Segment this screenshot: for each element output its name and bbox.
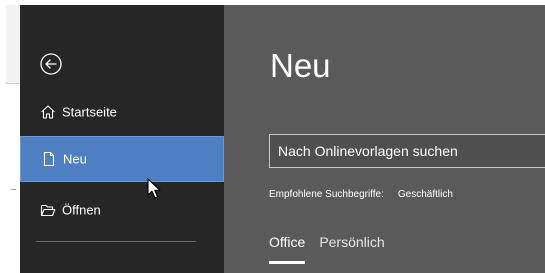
nav-item-open[interactable]: Öffnen [20, 187, 224, 233]
suggested-searches-label: Empfohlene Suchbegriffe: [269, 189, 384, 200]
new-document-icon [43, 151, 55, 167]
suggested-searches: Empfohlene Suchbegriffe: Geschäftlich [269, 189, 453, 200]
search-input[interactable] [270, 135, 545, 167]
backstage-nav: Startseite Neu Öffnen [20, 5, 224, 273]
back-arrow-icon [40, 53, 62, 75]
home-icon [41, 105, 55, 119]
document-edge [6, 5, 20, 273]
nav-item-new[interactable]: Neu [20, 136, 224, 182]
nav-item-label: Startseite [62, 104, 117, 120]
page-title: Neu [270, 47, 331, 84]
back-button[interactable] [39, 52, 63, 76]
backstage-window: Startseite Neu Öffnen Neu Nach Onlinevor… [6, 5, 545, 273]
tab-personal[interactable]: Persönlich [319, 234, 384, 256]
suggested-term-link[interactable]: Geschäftlich [398, 189, 453, 200]
new-page: Neu Empfohlene Suchbegriffe: Geschäftlich… [224, 5, 545, 273]
nav-item-label: Neu [63, 151, 87, 167]
open-folder-icon [40, 204, 56, 217]
template-tabs: Office Persönlich [269, 234, 399, 264]
screenshot: Startseite Neu Öffnen Neu Nach Onlinevor… [0, 0, 545, 273]
nav-item-home[interactable]: Startseite [20, 89, 224, 135]
nav-item-label: Öffnen [62, 202, 101, 218]
template-search-box[interactable] [269, 134, 545, 168]
tab-office[interactable]: Office [269, 234, 306, 264]
mouse-cursor-icon [147, 178, 161, 199]
nav-divider [36, 241, 196, 242]
